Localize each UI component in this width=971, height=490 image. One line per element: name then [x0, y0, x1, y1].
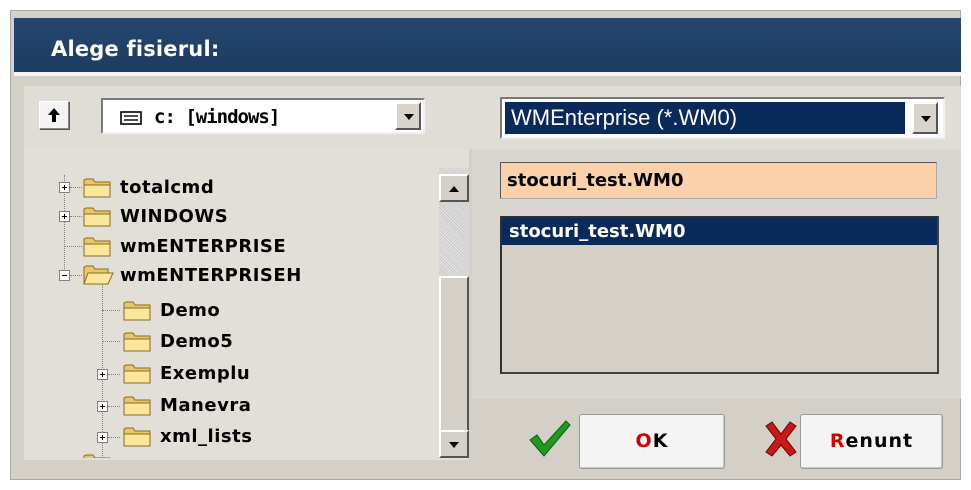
expand-icon[interactable] — [59, 211, 70, 222]
tree-item-label: WINDOWS — [120, 205, 229, 227]
tree-item-label: wmENTERPRISEH — [120, 264, 302, 286]
tree-line — [64, 246, 82, 248]
chevron-down-icon — [404, 114, 414, 120]
dialog-title: Alege fisierul: — [51, 37, 220, 61]
folder-icon — [83, 207, 111, 227]
check-icon — [529, 420, 571, 457]
tree-item-totalcmd[interactable]: totalcmd — [120, 173, 214, 201]
cancel-hotkey: R — [829, 430, 846, 452]
drive-dropdown-button[interactable] — [395, 102, 421, 130]
drive-select[interactable]: c: [windows] — [101, 98, 425, 134]
tree-item-label: xml_lists — [160, 425, 253, 447]
arrow-up-icon — [449, 186, 459, 192]
folder-icon — [123, 332, 151, 352]
tree-item-label: Manevra — [160, 394, 252, 416]
arrow-down-icon — [449, 442, 459, 448]
tree-line — [108, 374, 120, 376]
cancel-button[interactable]: Renunt — [800, 414, 943, 469]
drive-icon — [120, 111, 142, 125]
tree-item-windows[interactable]: WINDOWS — [120, 202, 228, 230]
chevron-down-icon — [921, 116, 931, 122]
collapse-icon[interactable] — [59, 270, 70, 281]
tree-line — [70, 275, 82, 277]
folder-icon — [83, 178, 111, 198]
arrow-up-icon — [48, 108, 60, 122]
file-type-select[interactable]: WMEnterprise (*.WM0) — [500, 97, 945, 139]
drive-value: c: [windows] — [154, 106, 280, 128]
tree-line — [70, 187, 82, 189]
folder-icon — [83, 237, 111, 257]
expand-icon[interactable] — [97, 432, 108, 443]
folder-open-icon — [83, 265, 114, 285]
tree-item-wmenterpriseh[interactable]: wmENTERPRISEH — [120, 261, 302, 289]
tree-item-wmenterprise[interactable]: wmENTERPRISE — [120, 232, 286, 260]
scroll-up-button[interactable] — [439, 174, 469, 202]
ok-label: K — [652, 430, 669, 452]
expand-icon[interactable] — [97, 369, 108, 380]
folder-icon — [83, 454, 111, 458]
folder-icon — [123, 396, 151, 416]
tree-item-demo[interactable]: Demo — [160, 296, 220, 324]
folder-icon — [123, 364, 151, 384]
ok-button[interactable]: OK — [579, 414, 725, 469]
tree-item-exemplu[interactable]: Exemplu — [160, 359, 250, 387]
expand-icon[interactable] — [59, 182, 70, 193]
close-icon — [765, 421, 797, 457]
tree-line — [102, 341, 120, 343]
file-list[interactable]: stocuri_test.WM0 — [500, 216, 939, 374]
folder-tree[interactable]: totalcmd WINDOWS wmENTERPRISE wmENTERPRI… — [30, 165, 438, 458]
expand-icon[interactable] — [97, 401, 108, 412]
tree-item-demo5[interactable]: Demo5 — [160, 327, 233, 355]
cancel-label: enunt — [845, 430, 914, 452]
list-item-selected[interactable]: stocuri_test.WM0 — [502, 218, 937, 245]
tree-item-manevra[interactable]: Manevra — [160, 391, 251, 419]
tree-line — [108, 406, 120, 408]
scroll-thumb[interactable] — [439, 276, 469, 434]
tree-item-label: Exemplu — [160, 362, 251, 384]
tree-item-label: Demo — [160, 299, 221, 321]
tree-line — [108, 437, 120, 439]
ok-hotkey: O — [635, 430, 653, 452]
tree-line — [102, 310, 120, 312]
tree-line — [70, 216, 82, 218]
folder-icon — [123, 301, 151, 321]
tree-item-label: totalcmd — [120, 176, 215, 198]
folder-icon — [123, 427, 151, 447]
file-name-input[interactable]: stocuri_test.WM0 — [500, 162, 937, 199]
file-type-value: WMEnterprise (*.WM0) — [505, 102, 905, 134]
tree-item-label: Demo5 — [160, 330, 234, 352]
up-folder-button[interactable] — [39, 101, 69, 129]
tree-scrollbar[interactable] — [439, 168, 469, 458]
tree-item-xml-lists[interactable]: xml_lists — [160, 422, 252, 450]
dialog-title-bar: Alege fisierul: — [14, 18, 961, 76]
scroll-down-button[interactable] — [439, 430, 469, 458]
tree-item-label: wmENTERPRISE — [120, 235, 287, 257]
file-type-dropdown-button[interactable] — [912, 102, 938, 134]
